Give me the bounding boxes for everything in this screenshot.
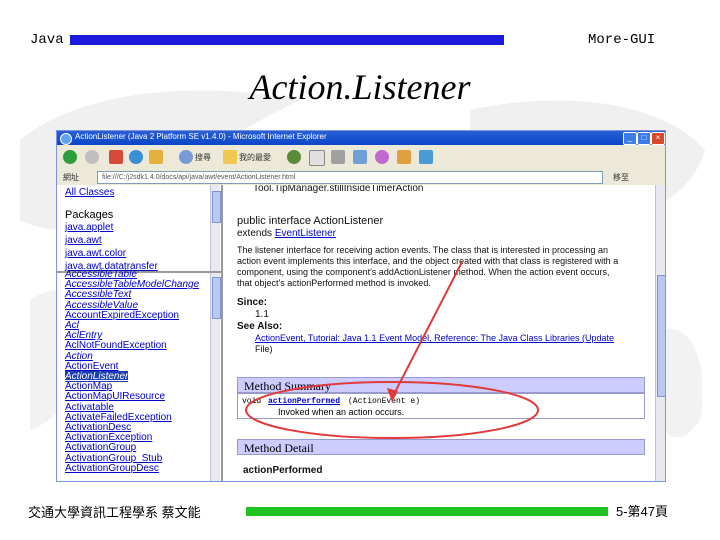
extends-prefix: extends — [237, 228, 273, 239]
see-also-tail: File) — [255, 344, 273, 354]
packages-heading: Packages — [65, 209, 114, 221]
window-title: ActionListener (Java 2 Platform SE v1.4.… — [75, 132, 327, 141]
class-link[interactable]: AccountExpiredException — [65, 310, 179, 321]
packages-scrollbar[interactable] — [210, 185, 221, 271]
forward-icon[interactable] — [85, 150, 99, 164]
classes-scroll-thumb[interactable] — [212, 277, 221, 319]
classes-frame: AccessibleTable AccessibleTableModelChang… — [57, 269, 223, 481]
mail-icon[interactable] — [309, 150, 325, 166]
packages-frame: All Classes Packages java.applet java.aw… — [57, 185, 223, 272]
footer-author: 交通大學資訊工程學系 蔡文能 — [28, 505, 201, 520]
packages-scroll-thumb[interactable] — [212, 191, 221, 223]
extends-link[interactable]: EventListener — [275, 228, 336, 239]
header-divider-bar — [70, 35, 504, 45]
method-summary-row: void actionPerformed (ActionEvent e) Inv… — [237, 393, 645, 419]
edit-icon[interactable] — [353, 150, 367, 164]
address-label: 網址 — [63, 173, 79, 182]
description-line: component, using the component's addActi… — [237, 267, 610, 277]
content-top-line: Tool.TipManager.stillInsideTimerAction — [253, 185, 424, 194]
method-description: Invoked when an action occurs. — [278, 407, 405, 417]
close-button[interactable]: × — [651, 132, 665, 145]
classes-scrollbar[interactable] — [210, 273, 221, 481]
class-link[interactable]: ActivationGroupDesc — [65, 463, 159, 474]
package-link[interactable]: java.awt.color — [65, 248, 126, 259]
method-summary-header: Method Summary — [237, 377, 645, 393]
interface-declaration: public interface ActionListener — [237, 215, 384, 227]
method-detail-header: Method Detail — [237, 439, 645, 455]
window-titlebar: ActionListener (Java 2 Platform SE v1.4.… — [57, 131, 665, 145]
description-line: The listener interface for receiving act… — [237, 245, 609, 255]
package-link[interactable]: java.applet — [65, 222, 113, 233]
address-bar: 網址 file:///C:/j2sdk1.4.0/docs/api/java/a… — [57, 169, 665, 186]
ie-app-icon — [60, 133, 72, 145]
search-icon[interactable] — [179, 150, 193, 164]
messenger-icon[interactable] — [375, 150, 389, 164]
header-topic-label: More-GUI — [588, 32, 656, 48]
method-params: (ActionEvent e) — [348, 397, 421, 406]
see-also-label: See Also: — [237, 321, 283, 332]
back-icon[interactable] — [63, 150, 77, 164]
description-line: that object's actionPerformed method is … — [237, 278, 431, 288]
media-icon[interactable] — [419, 150, 433, 164]
minimize-button[interactable]: _ — [623, 132, 637, 145]
slide-title: Action.Listener — [249, 67, 471, 107]
see-also-links[interactable]: ActionEvent, Tutorial: Java 1.1 Event Mo… — [255, 333, 614, 343]
since-value: 1.1 — [255, 309, 269, 320]
home-icon[interactable] — [149, 150, 163, 164]
refresh-icon[interactable] — [129, 150, 143, 164]
research-icon[interactable] — [397, 150, 411, 164]
maximize-button[interactable]: □ — [637, 132, 651, 145]
all-classes-link[interactable]: All Classes — [65, 187, 114, 198]
since-label: Since: — [237, 297, 268, 308]
favorites-icon[interactable] — [223, 150, 237, 164]
method-detail-name: actionPerformed — [243, 465, 323, 476]
stop-icon[interactable] — [109, 150, 123, 164]
footer-divider-bar — [246, 507, 608, 516]
return-type: void — [242, 397, 262, 406]
package-link[interactable]: java.awt — [65, 235, 102, 246]
address-input[interactable]: file:///C:/j2sdk1.4.0/docs/api/java/awt/… — [97, 171, 603, 184]
go-button[interactable]: 移至 — [613, 172, 629, 183]
description-line: action event implements this interface, … — [237, 256, 619, 266]
content-frame: Tool.TipManager.stillInsideTimerAction p… — [223, 185, 655, 481]
header-course-label: Java — [30, 32, 64, 48]
history-icon[interactable] — [287, 150, 301, 164]
content-scroll-thumb[interactable] — [657, 275, 665, 397]
content-scrollbar[interactable] — [655, 185, 665, 481]
browser-toolbar: 搜尋 我的最愛 — [57, 145, 665, 170]
footer-page-number: 5-第47頁 — [616, 504, 669, 519]
method-link[interactable]: actionPerformed — [268, 397, 340, 406]
print-icon[interactable] — [331, 150, 345, 164]
browser-window: ActionListener (Java 2 Platform SE v1.4.… — [56, 130, 666, 482]
search-label[interactable]: 搜尋 — [195, 152, 211, 163]
favorites-label[interactable]: 我的最愛 — [239, 152, 271, 163]
extends-line: extends EventListener — [237, 228, 336, 239]
